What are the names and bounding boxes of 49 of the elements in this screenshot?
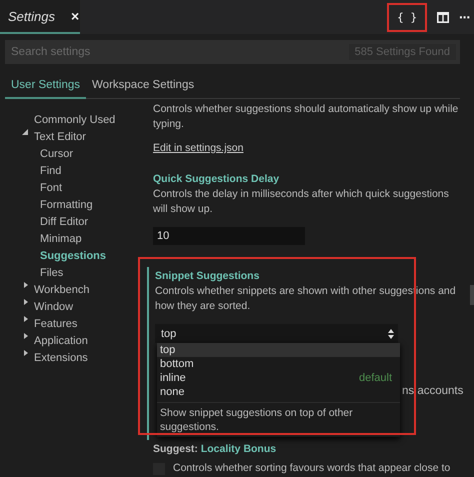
tree-item[interactable]: Files	[0, 264, 64, 281]
setting-description: Controls the delay in milliseconds after which quick suggestions will show up.	[153, 187, 450, 217]
collapsed-arrow-icon[interactable]	[22, 315, 30, 323]
dropdown-option[interactable]: none	[157, 385, 400, 399]
collapsed-arrow-icon[interactable]	[22, 332, 30, 340]
tree-item[interactable]: Workbench	[34, 281, 90, 298]
split-editor-icon[interactable]	[437, 12, 449, 22]
expanded-arrow-icon[interactable]	[22, 128, 30, 136]
dropdown-option[interactable]: inline default	[157, 371, 400, 385]
dropdown-option[interactable]: top	[157, 343, 400, 357]
setting-category: Suggest:	[153, 443, 198, 455]
scrollbar-thumb[interactable]	[470, 285, 474, 305]
default-label: default	[358, 372, 392, 384]
option-description: Show snippet suggestions on top of other suggestions.	[157, 402, 400, 437]
tree-item[interactable]: Diff Editor	[0, 213, 88, 230]
tree-item[interactable]: Find	[0, 162, 62, 179]
number-field[interactable]: 10	[153, 227, 305, 245]
collapsed-arrow-icon[interactable]	[22, 298, 30, 306]
collapsed-arrow-icon[interactable]	[22, 349, 30, 357]
tree-item[interactable]: Cursor	[0, 145, 74, 162]
setting-description: ns accounts	[402, 384, 464, 399]
tree-item[interactable]: Text Editor	[34, 128, 86, 145]
tree-item[interactable]: Commonly Used	[34, 111, 116, 128]
dropdown-option[interactable]: bottom	[157, 357, 400, 371]
setting-title: Quick Suggestions Delay	[153, 172, 280, 187]
tree-item[interactable]: Font	[0, 179, 62, 196]
dropdown-select[interactable]: top	[155, 324, 398, 343]
tree-item[interactable]: Suggestions	[0, 247, 106, 264]
open-json-button[interactable]: { }	[395, 8, 419, 26]
more-button[interactable]: ···	[459, 9, 470, 25]
setting-description: Controls whether sorting favours words that appear close to	[173, 461, 450, 476]
updown-arrows-icon	[388, 328, 394, 338]
edit-json-link[interactable]: Edit in settings.json	[153, 142, 244, 154]
tree-item[interactable]: Formatting	[0, 196, 93, 213]
search-field[interactable]: Search settings	[5, 40, 345, 64]
scope-tab[interactable]: Workspace Settings	[86, 74, 200, 99]
tab-title: Settings	[8, 8, 55, 24]
scope-tab[interactable]: User Settings	[5, 74, 86, 99]
settings-tab[interactable]: Settings ×	[0, 0, 80, 34]
close-button[interactable]: ×	[70, 8, 80, 24]
tree-item[interactable]: Window	[34, 298, 74, 315]
tree-item[interactable]: Application	[34, 332, 88, 349]
collapsed-arrow-icon[interactable]	[22, 281, 30, 289]
tree-item[interactable]: Features	[34, 315, 78, 332]
tree-item[interactable]: Extensions	[34, 349, 88, 366]
tree-item[interactable]: Minimap	[0, 230, 82, 247]
setting-description: Controls whether suggestions should automatically show up while typing.	[153, 102, 460, 132]
setting-title: Snippet Suggestions	[155, 269, 260, 284]
setting-title: Locality Bonus	[200, 443, 276, 455]
